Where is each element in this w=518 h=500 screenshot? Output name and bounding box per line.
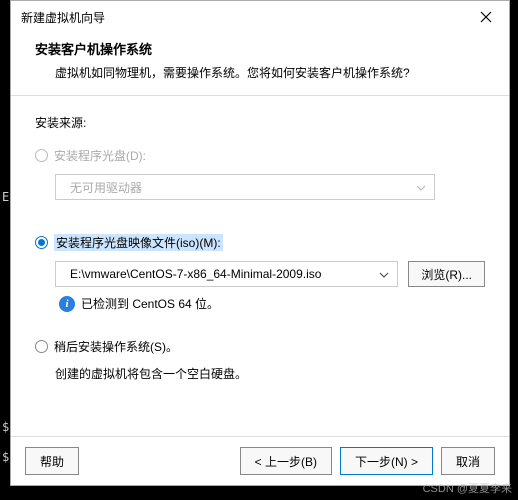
info-icon: i xyxy=(59,296,75,312)
radio-disc-label: 安装程序光盘(D): xyxy=(54,147,146,164)
radio-later-input[interactable] xyxy=(35,340,48,353)
wizard-footer: 帮助 < 上一步(B) 下一步(N) > 取消 xyxy=(11,436,509,485)
detection-text: 已检测到 CentOS 64 位。 xyxy=(81,295,219,312)
wizard-dialog: 新建虚拟机向导 安装客户机操作系统 虚拟机如同物理机，需要操作系统。您将如何安装… xyxy=(10,0,510,486)
chevron-down-icon xyxy=(416,180,426,194)
radio-disc: 安装程序光盘(D): xyxy=(35,147,485,164)
chevron-down-icon xyxy=(379,267,389,281)
radio-later-label: 稍后安装操作系统(S)。 xyxy=(54,338,178,355)
wizard-header: 安装客户机操作系统 虚拟机如同物理机，需要操作系统。您将如何安装客户机操作系统? xyxy=(11,33,509,96)
disc-drive-value: 无可用驱动器 xyxy=(70,179,142,196)
disc-drive-combo: 无可用驱动器 xyxy=(55,174,435,200)
back-button[interactable]: < 上一步(B) xyxy=(240,447,332,475)
radio-disc-input xyxy=(35,149,48,162)
watermark: CSDN @夏夏李来 xyxy=(423,480,512,496)
wizard-content: 安装来源: 安装程序光盘(D): 无可用驱动器 安装程序光盘映像文件(iso)(… xyxy=(11,96,509,436)
iso-path-combo[interactable]: E:\vmware\CentOS-7-x86_64-Minimal-2009.i… xyxy=(55,261,398,287)
cancel-button[interactable]: 取消 xyxy=(441,447,495,475)
radio-iso-label: 安装程序光盘映像文件(iso)(M): xyxy=(54,234,223,251)
source-label: 安装来源: xyxy=(35,114,485,131)
later-desc: 创建的虚拟机将包含一个空白硬盘。 xyxy=(55,365,485,382)
radio-iso-input[interactable] xyxy=(35,236,48,249)
help-button[interactable]: 帮助 xyxy=(25,447,79,475)
titlebar: 新建虚拟机向导 xyxy=(11,1,509,33)
browse-button[interactable]: 浏览(R)... xyxy=(408,261,485,287)
close-button[interactable] xyxy=(473,7,499,27)
radio-iso[interactable]: 安装程序光盘映像文件(iso)(M): xyxy=(35,234,485,251)
page-desc: 虚拟机如同物理机，需要操作系统。您将如何安装客户机操作系统? xyxy=(55,64,485,81)
iso-path-value: E:\vmware\CentOS-7-x86_64-Minimal-2009.i… xyxy=(70,267,321,281)
close-icon xyxy=(480,11,492,23)
titlebar-title: 新建虚拟机向导 xyxy=(21,9,105,26)
page-title: 安装客户机操作系统 xyxy=(35,39,485,58)
detection-info: i 已检测到 CentOS 64 位。 xyxy=(59,295,485,312)
next-button[interactable]: 下一步(N) > xyxy=(340,447,433,475)
radio-later[interactable]: 稍后安装操作系统(S)。 xyxy=(35,338,485,355)
